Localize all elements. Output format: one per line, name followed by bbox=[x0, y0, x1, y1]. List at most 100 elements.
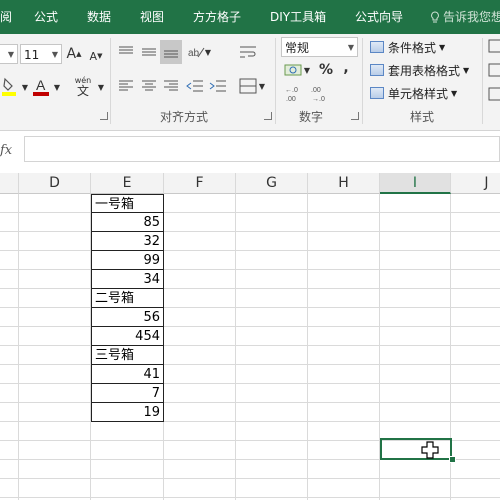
tab-formulas[interactable]: 公式 bbox=[34, 0, 58, 34]
ribbon-separator bbox=[482, 38, 483, 124]
merge-dropdown[interactable]: ▼ bbox=[258, 78, 266, 94]
cell-value: 一号箱 bbox=[95, 197, 135, 212]
decrease-decimal-button[interactable]: .00 →.0 bbox=[309, 82, 331, 104]
font-color-button[interactable]: A bbox=[32, 76, 50, 98]
percent-style-button[interactable]: % bbox=[317, 60, 335, 80]
fill-handle[interactable] bbox=[449, 456, 456, 463]
text-orientation-icon: ab bbox=[188, 47, 205, 59]
insert-cells-button[interactable] bbox=[488, 38, 500, 54]
phonetic-dropdown[interactable]: ▼ bbox=[96, 78, 106, 96]
lightbulb-icon bbox=[431, 11, 439, 23]
middle-align-button[interactable] bbox=[139, 42, 159, 62]
orientation-button[interactable]: ab bbox=[186, 42, 206, 62]
number-dialog-launcher[interactable] bbox=[351, 112, 359, 120]
increase-font-size-button[interactable]: A ▲ bbox=[66, 44, 82, 64]
chevron-down-icon: ▼ bbox=[21, 82, 29, 92]
align-center-button[interactable] bbox=[139, 76, 159, 96]
increase-decimal-button[interactable]: ←.0.00 bbox=[283, 82, 305, 104]
column-header-h[interactable]: H bbox=[308, 173, 380, 194]
alignment-dialog-launcher[interactable] bbox=[264, 112, 272, 120]
number-format-value: 常规 bbox=[285, 41, 310, 55]
cell-e-12[interactable]: 19 bbox=[91, 403, 164, 422]
accounting-format-button[interactable] bbox=[283, 60, 303, 80]
format-as-table-label: 套用表格格式 bbox=[388, 63, 461, 78]
chevron-down-icon: ▼ bbox=[451, 88, 458, 98]
active-cell-selection[interactable] bbox=[380, 438, 452, 460]
menu-bar: 阅 公式 数据 视图 方方格子 DIY工具箱 公式向导 告诉我您想 bbox=[0, 0, 500, 34]
phonetic-guide-button[interactable]: wén 文 bbox=[70, 74, 96, 100]
align-left-button[interactable] bbox=[116, 76, 136, 96]
cell-e-7[interactable]: 56 bbox=[91, 308, 164, 327]
cell-e-8[interactable]: 454 bbox=[91, 327, 164, 346]
cell-select-cursor-icon bbox=[421, 441, 439, 459]
cell-value: 32 bbox=[143, 234, 160, 249]
column-header-j[interactable]: J bbox=[451, 173, 500, 194]
align-center-icon bbox=[142, 80, 156, 91]
format-as-table-button[interactable]: 套用表格格式 ▼ bbox=[370, 60, 469, 80]
wrap-text-button[interactable] bbox=[238, 42, 258, 62]
chevron-down-icon: ▼ bbox=[347, 43, 354, 52]
cell-value: 99 bbox=[143, 253, 160, 268]
column-header-c-partial[interactable] bbox=[0, 173, 19, 194]
number-format-dropdown[interactable]: 常规 ▼ bbox=[281, 37, 358, 57]
tell-me-text: 告诉我您想 bbox=[443, 10, 500, 24]
cell-e-3[interactable]: 32 bbox=[91, 232, 164, 251]
chevron-down-icon: ▼ bbox=[439, 42, 446, 52]
font-name-dropdown[interactable]: ▼ bbox=[0, 44, 18, 64]
comma-style-button[interactable]: , bbox=[339, 58, 353, 78]
orientation-dropdown[interactable]: ▼ bbox=[204, 44, 212, 60]
column-header-g[interactable]: G bbox=[236, 173, 308, 194]
cell-e-5[interactable]: 34 bbox=[91, 270, 164, 289]
fill-color-dropdown[interactable]: ▼ bbox=[20, 78, 30, 96]
svg-text:.00: .00 bbox=[286, 96, 296, 102]
cell-e-6[interactable]: 二号箱 bbox=[91, 289, 164, 308]
font-size-dropdown[interactable]: 11 ▼ bbox=[20, 44, 62, 64]
font-dialog-launcher[interactable] bbox=[100, 112, 108, 120]
ribbon-separator bbox=[110, 38, 111, 124]
cell-e-4[interactable]: 99 bbox=[91, 251, 164, 270]
tab-diy-toolbox[interactable]: DIY工具箱 bbox=[270, 0, 326, 34]
conditional-formatting-label: 条件格式 bbox=[388, 40, 437, 55]
format-cells-button[interactable] bbox=[488, 86, 500, 102]
merge-center-button[interactable] bbox=[238, 76, 258, 96]
formula-input[interactable] bbox=[24, 136, 500, 162]
insert-function-button[interactable]: fx bbox=[0, 140, 20, 162]
tab-data[interactable]: 数据 bbox=[87, 0, 111, 34]
top-align-button[interactable] bbox=[116, 42, 136, 62]
cell-e-9[interactable]: 三号箱 bbox=[91, 346, 164, 365]
increase-indent-button[interactable] bbox=[208, 76, 228, 96]
cell-styles-label: 单元格样式 bbox=[388, 86, 449, 101]
tab-view[interactable]: 视图 bbox=[140, 0, 164, 34]
ribbon-separator bbox=[275, 38, 276, 124]
font-color-dropdown[interactable]: ▼ bbox=[52, 78, 62, 96]
conditional-formatting-button[interactable]: 条件格式 ▼ bbox=[370, 37, 445, 57]
svg-text:ab: ab bbox=[188, 48, 200, 59]
cell-e-11[interactable]: 7 bbox=[91, 384, 164, 403]
tab-formula-wizard[interactable]: 公式向导 bbox=[355, 0, 403, 34]
ribbon-separator bbox=[362, 38, 363, 124]
align-right-button[interactable] bbox=[161, 76, 181, 96]
tab-review[interactable]: 阅 bbox=[0, 0, 12, 34]
cell-e-10[interactable]: 41 bbox=[91, 365, 164, 384]
column-header-i[interactable]: I bbox=[380, 173, 451, 194]
column-header-e[interactable]: E bbox=[91, 173, 164, 194]
decrease-indent-button[interactable] bbox=[185, 76, 205, 96]
bottom-align-button[interactable] bbox=[160, 40, 182, 64]
tell-me-search[interactable]: 告诉我您想 bbox=[430, 0, 500, 34]
cell-value: 7 bbox=[151, 386, 160, 401]
decrease-font-size-button[interactable]: A ▼ bbox=[88, 46, 104, 66]
alignment-group-label: 对齐方式 bbox=[160, 110, 209, 124]
cell-e-2[interactable]: 85 bbox=[91, 213, 164, 232]
wen-glyph-icon: 文 bbox=[76, 84, 89, 98]
accounting-dropdown[interactable]: ▼ bbox=[303, 62, 311, 78]
insert-cells-icon bbox=[488, 39, 500, 53]
cell-styles-button[interactable]: 单元格样式 ▼ bbox=[370, 83, 457, 103]
cell-value: 34 bbox=[143, 272, 160, 287]
tab-fangfang-gezi[interactable]: 方方格子 bbox=[193, 0, 241, 34]
delete-cells-button[interactable] bbox=[488, 62, 500, 78]
cell-e-1[interactable]: 一号箱 bbox=[91, 194, 164, 213]
column-header-f[interactable]: F bbox=[164, 173, 236, 194]
fill-color-button[interactable] bbox=[0, 76, 22, 98]
wrap-text-icon bbox=[240, 46, 256, 58]
column-header-d[interactable]: D bbox=[19, 173, 91, 194]
